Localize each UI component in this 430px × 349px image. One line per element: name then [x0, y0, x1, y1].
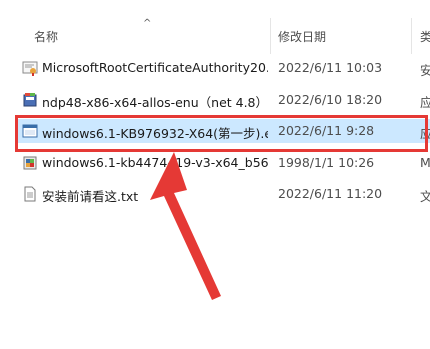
file-name: ndp48-x86-x64-allos-enu（net 4.8）....: [42, 95, 268, 110]
column-type-header[interactable]: 类: [420, 28, 430, 45]
file-type: 安: [420, 63, 430, 78]
sort-ascending-icon: ^: [143, 18, 152, 29]
annotation-highlight-box: [15, 115, 428, 152]
column-divider[interactable]: [270, 18, 271, 54]
file-date: 2022/6/11 10:03: [278, 60, 383, 75]
installer-icon: [23, 93, 37, 107]
file-name: 安装前请看这.txt: [42, 189, 139, 204]
certificate-icon: [22, 61, 38, 76]
column-divider[interactable]: [411, 18, 412, 54]
file-row[interactable]: MicrosoftRootCertificateAuthority20... 2…: [18, 56, 430, 80]
column-name-header[interactable]: 名称: [34, 28, 58, 45]
file-name: MicrosoftRootCertificateAuthority20...: [42, 60, 268, 75]
column-date-header[interactable]: 修改日期: [278, 28, 326, 45]
file-row[interactable]: ndp48-x86-x64-allos-enu（net 4.8）.... 202…: [18, 88, 430, 112]
file-row[interactable]: windows6.1-kb4474419-v3-x64_b561... 1998…: [18, 151, 430, 175]
file-date: 1998/1/1 10:26: [278, 155, 375, 170]
column-header: ^ 名称 修改日期 类: [0, 18, 430, 54]
text-file-icon: [24, 186, 36, 202]
file-row[interactable]: 安装前请看这.txt 2022/6/11 11:20 文: [18, 182, 430, 206]
file-date: 2022/6/10 18:20: [278, 92, 383, 107]
msu-package-icon: [23, 156, 37, 170]
file-date: 2022/6/11 11:20: [278, 186, 383, 201]
file-type: M: [420, 155, 430, 170]
file-type: 文: [420, 189, 430, 204]
file-type: 应: [420, 95, 430, 110]
file-name: windows6.1-kb4474419-v3-x64_b561...: [42, 155, 268, 170]
